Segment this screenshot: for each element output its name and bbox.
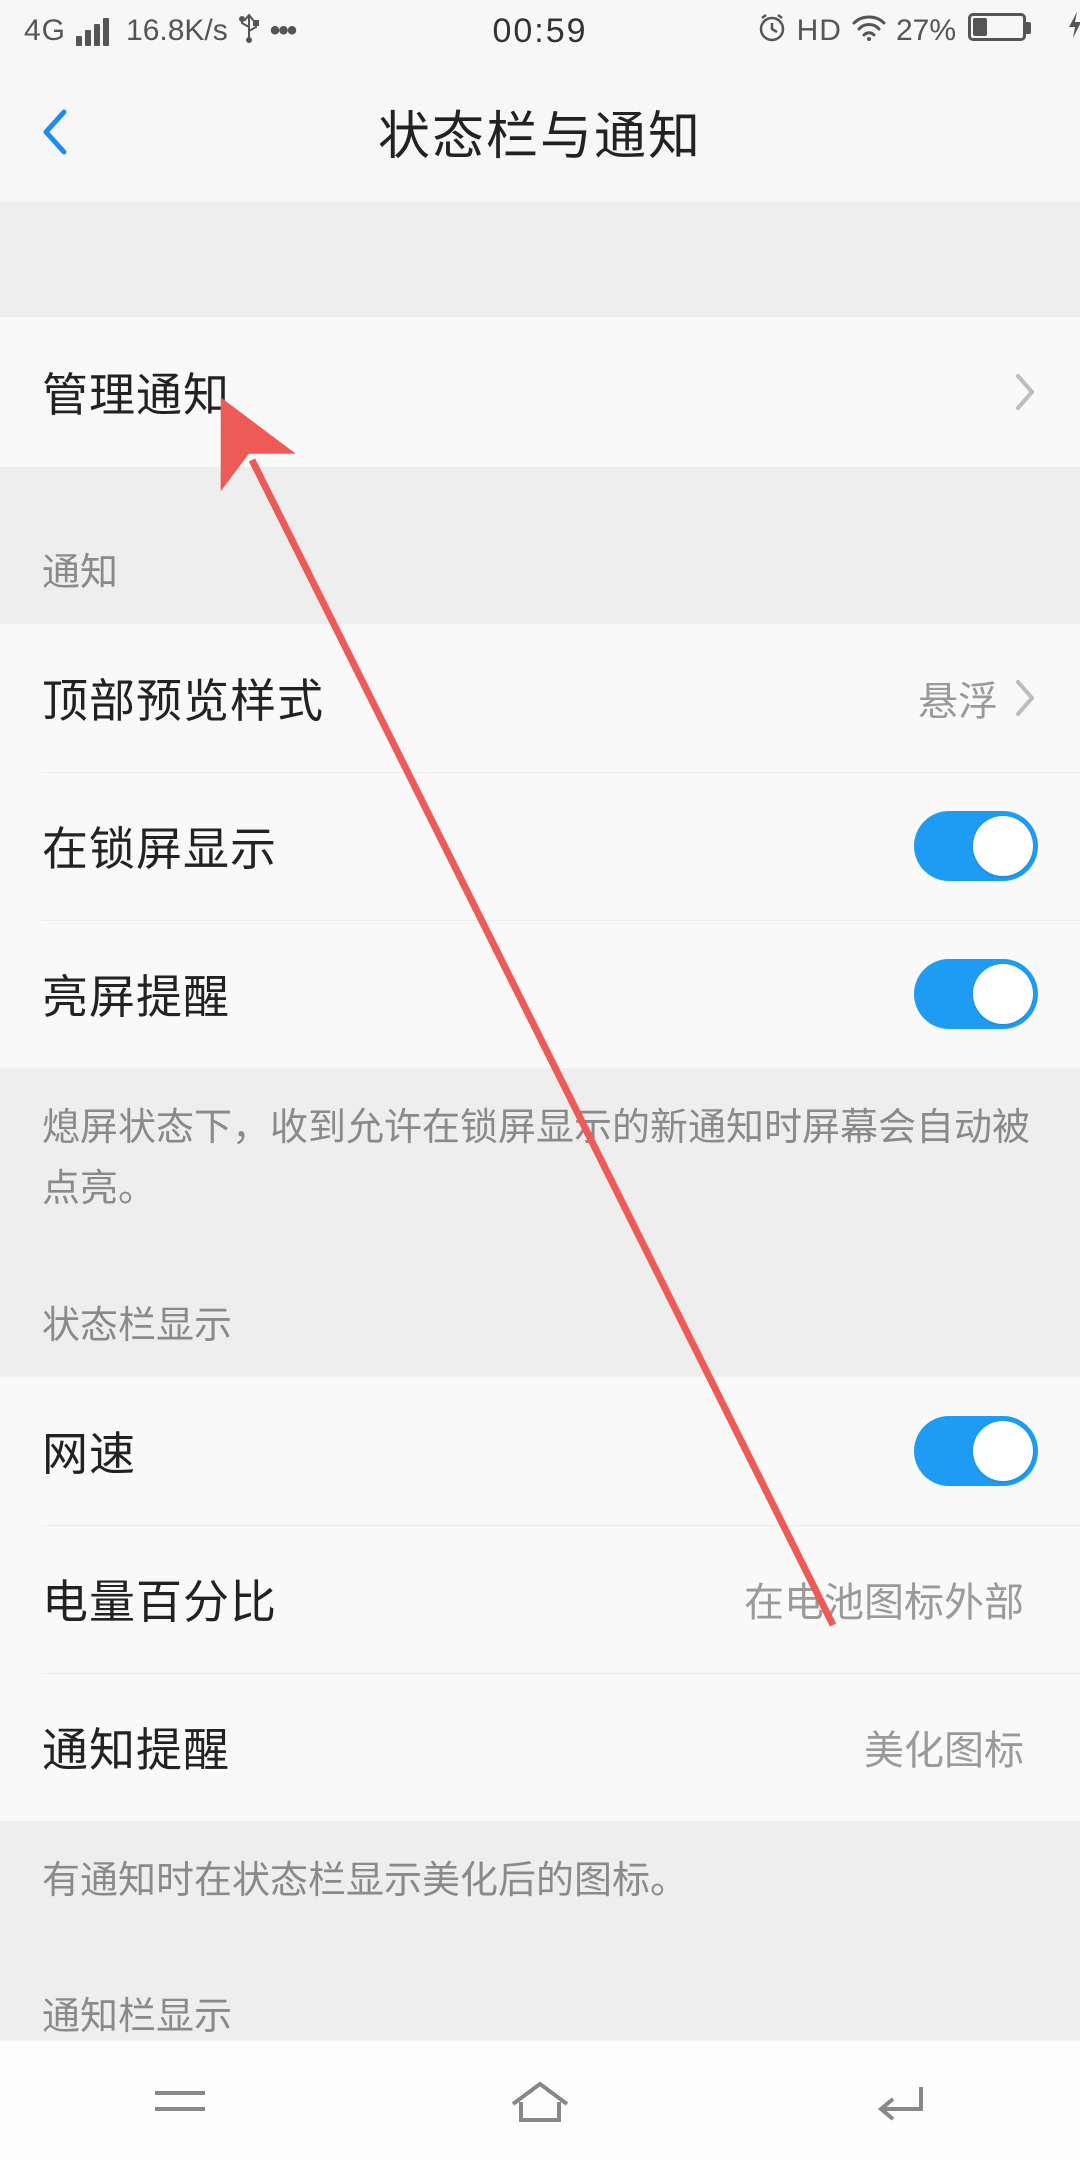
status-left: 4G 16.8K/s •••: [24, 13, 540, 50]
signal-bars-icon: [76, 16, 116, 46]
row-label: 电量百分比: [42, 1566, 744, 1632]
toggle-lockscreen[interactable]: [914, 811, 1038, 881]
navigation-bar: [0, 2040, 1080, 2160]
nav-back-button[interactable]: [850, 2071, 950, 2131]
row-value: 美化图标: [864, 1718, 1024, 1776]
chevron-right-icon: [1012, 678, 1038, 718]
toggle-net-speed[interactable]: [914, 1416, 1038, 1486]
charging-bolt-icon: [1066, 10, 1080, 47]
footer-notifications: 熄屏状态下，收到允许在锁屏显示的新通知时屏幕会自动被点亮。: [0, 1068, 1080, 1230]
chevron-right-icon: [1012, 372, 1038, 412]
section-header-statusbar: 状态栏显示: [0, 1230, 1080, 1377]
usb-icon: [238, 13, 260, 50]
status-bar: 4G 16.8K/s ••• 00:59 HD 27%: [0, 0, 1080, 62]
hd-indicator: HD: [797, 14, 842, 48]
group-notifications: 顶部预览样式 悬浮 在锁屏显示 亮屏提醒: [0, 624, 1080, 1068]
row-show-on-lockscreen[interactable]: 在锁屏显示: [0, 772, 1080, 920]
battery-icon: [968, 13, 1026, 41]
net-speed: 16.8K/s: [126, 14, 228, 48]
row-label: 网速: [42, 1418, 914, 1484]
row-battery-percent[interactable]: 电量百分比 在电池图标外部: [0, 1525, 1080, 1673]
more-dots-icon: •••: [270, 14, 296, 48]
status-time: 00:59: [492, 12, 587, 51]
row-net-speed[interactable]: 网速: [0, 1377, 1080, 1525]
network-type: 4G: [24, 14, 66, 48]
row-label: 在锁屏显示: [42, 813, 914, 879]
back-button[interactable]: [20, 97, 90, 167]
alarm-icon: [757, 13, 787, 50]
row-top-preview-style[interactable]: 顶部预览样式 悬浮: [0, 624, 1080, 772]
page-header: 状态栏与通知: [0, 62, 1080, 202]
page-title: 状态栏与通知: [378, 94, 702, 169]
group-manage: 管理通知: [0, 317, 1080, 467]
toggle-wake-screen[interactable]: [914, 959, 1038, 1029]
row-wake-screen[interactable]: 亮屏提醒: [0, 920, 1080, 1068]
row-label: 通知提醒: [42, 1714, 864, 1780]
row-label: 管理通知: [42, 359, 1012, 425]
status-right: HD 27%: [540, 13, 1056, 50]
row-label: 顶部预览样式: [42, 665, 918, 731]
row-value: 悬浮: [918, 669, 998, 727]
battery-percent: 27%: [896, 14, 956, 48]
section-header-notifications: 通知: [0, 467, 1080, 624]
nav-recent-button[interactable]: [130, 2071, 230, 2131]
row-value: 在电池图标外部: [744, 1570, 1024, 1628]
section-gap: [0, 202, 1080, 317]
row-manage-notifications[interactable]: 管理通知: [0, 317, 1080, 467]
row-notification-reminder[interactable]: 通知提醒 美化图标: [0, 1673, 1080, 1821]
row-label: 亮屏提醒: [42, 961, 914, 1027]
wifi-icon: [852, 14, 886, 49]
group-statusbar: 网速 电量百分比 在电池图标外部 通知提醒 美化图标: [0, 1377, 1080, 1821]
footer-statusbar: 有通知时在状态栏显示美化后的图标。: [0, 1821, 1080, 1922]
nav-home-button[interactable]: [490, 2071, 590, 2131]
